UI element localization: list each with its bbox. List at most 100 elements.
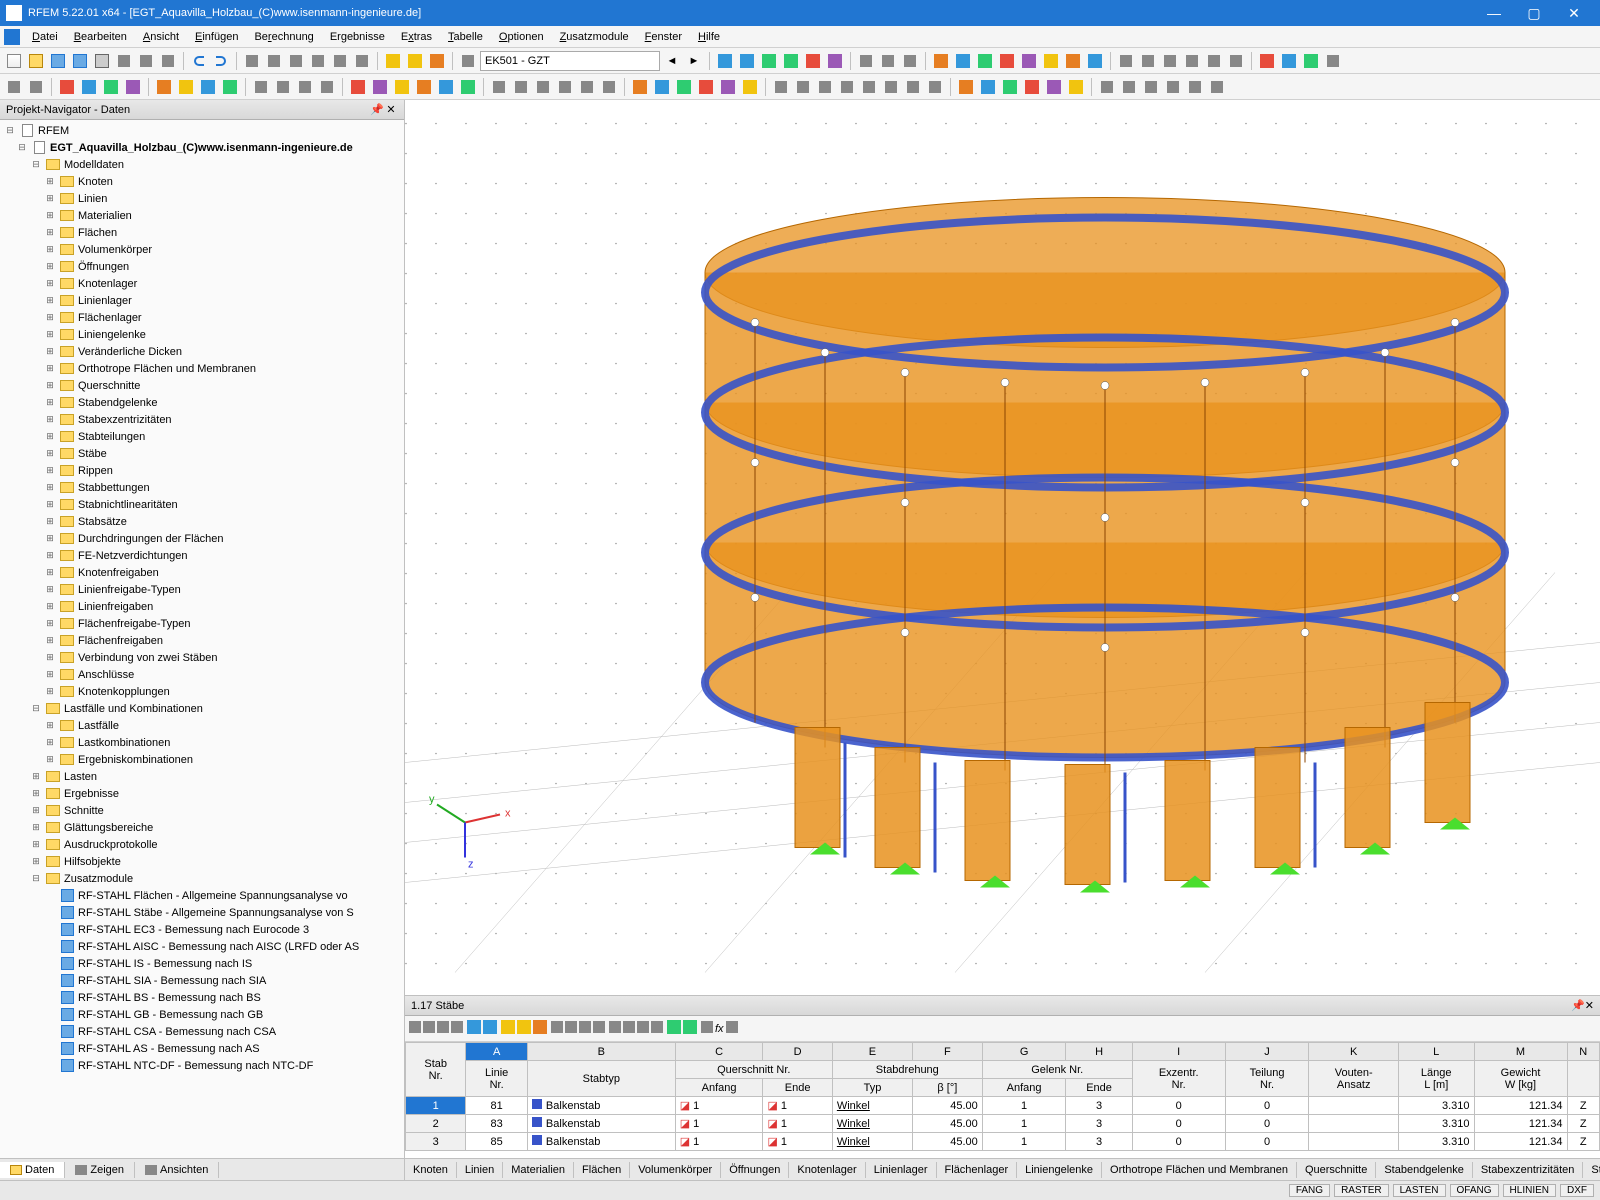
tb-btn6[interactable] <box>114 51 134 71</box>
table-row[interactable]: 181 Balkenstab ◪ 1◪ 1 Winkel45.00 1300 3… <box>406 1097 1600 1115</box>
tree-node[interactable]: ⊞FE-Netzverdichtungen <box>0 547 404 564</box>
t2-b47[interactable] <box>1097 77 1117 97</box>
close-button[interactable]: ✕ <box>1554 0 1594 26</box>
tree-node[interactable]: ⊞Knotenlager <box>0 275 404 292</box>
navigator-close-icon[interactable]: ✕ <box>384 103 398 117</box>
tb-saveall[interactable] <box>70 51 90 71</box>
tree-node[interactable]: ⊞Verbindung von zwei Stäben <box>0 649 404 666</box>
t2-b45[interactable] <box>1044 77 1064 97</box>
tb-btn18[interactable] <box>458 51 478 71</box>
tb-v1[interactable] <box>715 51 735 71</box>
tt-b7[interactable] <box>501 1020 515 1037</box>
navigator-tree[interactable]: ⊟RFEM⊟EGT_Aquavilla_Holzbau_(C)www.isenm… <box>0 120 404 1158</box>
tree-node[interactable]: ⊟Lastfälle und Kombinationen <box>0 700 404 717</box>
tree-node[interactable]: ⊞Flächenfreigabe-Typen <box>0 615 404 632</box>
menu-fenster[interactable]: Fenster <box>637 29 690 45</box>
t2-b36[interactable] <box>837 77 857 97</box>
menu-berechnung[interactable]: Berechnung <box>246 29 321 45</box>
table-tab[interactable]: Stabteilungen <box>1583 1162 1600 1178</box>
tb-next[interactable]: ► <box>684 51 704 71</box>
tb-c3[interactable] <box>975 51 995 71</box>
t2-b26[interactable] <box>599 77 619 97</box>
table-tab[interactable]: Linien <box>457 1162 503 1178</box>
t2-b52[interactable] <box>1207 77 1227 97</box>
table-tab[interactable]: Stabendgelenke <box>1376 1162 1473 1178</box>
tree-node[interactable]: ⊞Lasten <box>0 768 404 785</box>
tree-node[interactable]: RF-STAHL IS - Bemessung nach IS <box>0 955 404 972</box>
menu-datei[interactable]: Datei <box>24 29 66 45</box>
t2-b44[interactable] <box>1022 77 1042 97</box>
t2-b6[interactable] <box>123 77 143 97</box>
t2-b23[interactable] <box>533 77 553 97</box>
menu-tabelle[interactable]: Tabelle <box>440 29 491 45</box>
tb-v4[interactable] <box>781 51 801 71</box>
tt-b8[interactable] <box>517 1020 531 1037</box>
menu-optionen[interactable]: Optionen <box>491 29 552 45</box>
menu-ansicht[interactable]: Ansicht <box>135 29 187 45</box>
tt-b1[interactable] <box>409 1021 421 1036</box>
tree-node[interactable]: ⊞Flächenlager <box>0 309 404 326</box>
tt-b13[interactable] <box>593 1021 605 1036</box>
t2-b1[interactable] <box>4 77 24 97</box>
tree-node[interactable]: ⊞Linienfreigaben <box>0 598 404 615</box>
t2-b4[interactable] <box>79 77 99 97</box>
tree-node[interactable]: ⊞Flächen <box>0 224 404 241</box>
tb-v6[interactable] <box>825 51 845 71</box>
t2-b46[interactable] <box>1066 77 1086 97</box>
3d-viewport[interactable]: x y z <box>405 100 1600 995</box>
tb-e2[interactable] <box>1279 51 1299 71</box>
tree-node[interactable]: ⊟Modelldaten <box>0 156 404 173</box>
status-chip[interactable]: LASTEN <box>1393 1184 1446 1197</box>
tb-btn15[interactable] <box>383 51 403 71</box>
t2-b31[interactable] <box>718 77 738 97</box>
t2-b51[interactable] <box>1185 77 1205 97</box>
tb-c2[interactable] <box>953 51 973 71</box>
tb-btn11[interactable] <box>286 51 306 71</box>
tb-c1[interactable] <box>931 51 951 71</box>
menu-hilfe[interactable]: Hilfe <box>690 29 728 45</box>
tb-d5[interactable] <box>1204 51 1224 71</box>
menu-einfuegen[interactable]: Einfügen <box>187 29 246 45</box>
tb-btn16[interactable] <box>405 51 425 71</box>
table-tab[interactable]: Volumenkörper <box>630 1162 721 1178</box>
table-close-icon[interactable]: ✕ <box>1585 999 1594 1012</box>
t2-b27[interactable] <box>630 77 650 97</box>
tree-node[interactable]: RF-STAHL AS - Bemessung nach AS <box>0 1040 404 1057</box>
tb-btn14[interactable] <box>352 51 372 71</box>
tree-node[interactable]: ⊞Flächenfreigaben <box>0 632 404 649</box>
tree-node[interactable]: ⊞Linienfreigabe-Typen <box>0 581 404 598</box>
tree-node[interactable]: ⊞Ergebniskombinationen <box>0 751 404 768</box>
tb-c8[interactable] <box>1085 51 1105 71</box>
table-tab[interactable]: Orthotrope Flächen und Membranen <box>1102 1162 1297 1178</box>
tt-b4[interactable] <box>451 1021 463 1036</box>
t2-b21[interactable] <box>489 77 509 97</box>
tree-node[interactable]: RF-STAHL Stäbe - Allgemeine Spannungsana… <box>0 904 404 921</box>
tree-node[interactable]: ⊞Stabteilungen <box>0 428 404 445</box>
tt-b18[interactable] <box>667 1020 681 1037</box>
tb-d6[interactable] <box>1226 51 1246 71</box>
t2-b33[interactable] <box>771 77 791 97</box>
tt-b16[interactable] <box>637 1021 649 1036</box>
tree-node[interactable]: ⊞Knoten <box>0 173 404 190</box>
status-chip[interactable]: RASTER <box>1334 1184 1389 1197</box>
tree-node[interactable]: ⊞Lastkombinationen <box>0 734 404 751</box>
tb-e3[interactable] <box>1301 51 1321 71</box>
tree-node[interactable]: ⊟RFEM <box>0 122 404 139</box>
tree-node[interactable]: RF-STAHL NTC-DF - Bemessung nach NTC-DF <box>0 1057 404 1074</box>
tb-d4[interactable] <box>1182 51 1202 71</box>
tree-node[interactable]: ⊞Materialien <box>0 207 404 224</box>
t2-b40[interactable] <box>925 77 945 97</box>
table-row[interactable]: 283 Balkenstab ◪ 1◪ 1 Winkel45.00 1300 3… <box>406 1115 1600 1133</box>
tb-btn8[interactable] <box>158 51 178 71</box>
t2-b16[interactable] <box>370 77 390 97</box>
tb-redo[interactable] <box>211 51 231 71</box>
t2-b50[interactable] <box>1163 77 1183 97</box>
tb-v5[interactable] <box>803 51 823 71</box>
tt-b19[interactable] <box>683 1020 697 1037</box>
tt-b15[interactable] <box>623 1021 635 1036</box>
maximize-button[interactable]: ▢ <box>1514 0 1554 26</box>
tt-b5[interactable] <box>467 1020 481 1037</box>
tree-node[interactable]: ⊞Stabnichtlinearitäten <box>0 496 404 513</box>
tb-print[interactable] <box>92 51 112 71</box>
t2-b39[interactable] <box>903 77 923 97</box>
